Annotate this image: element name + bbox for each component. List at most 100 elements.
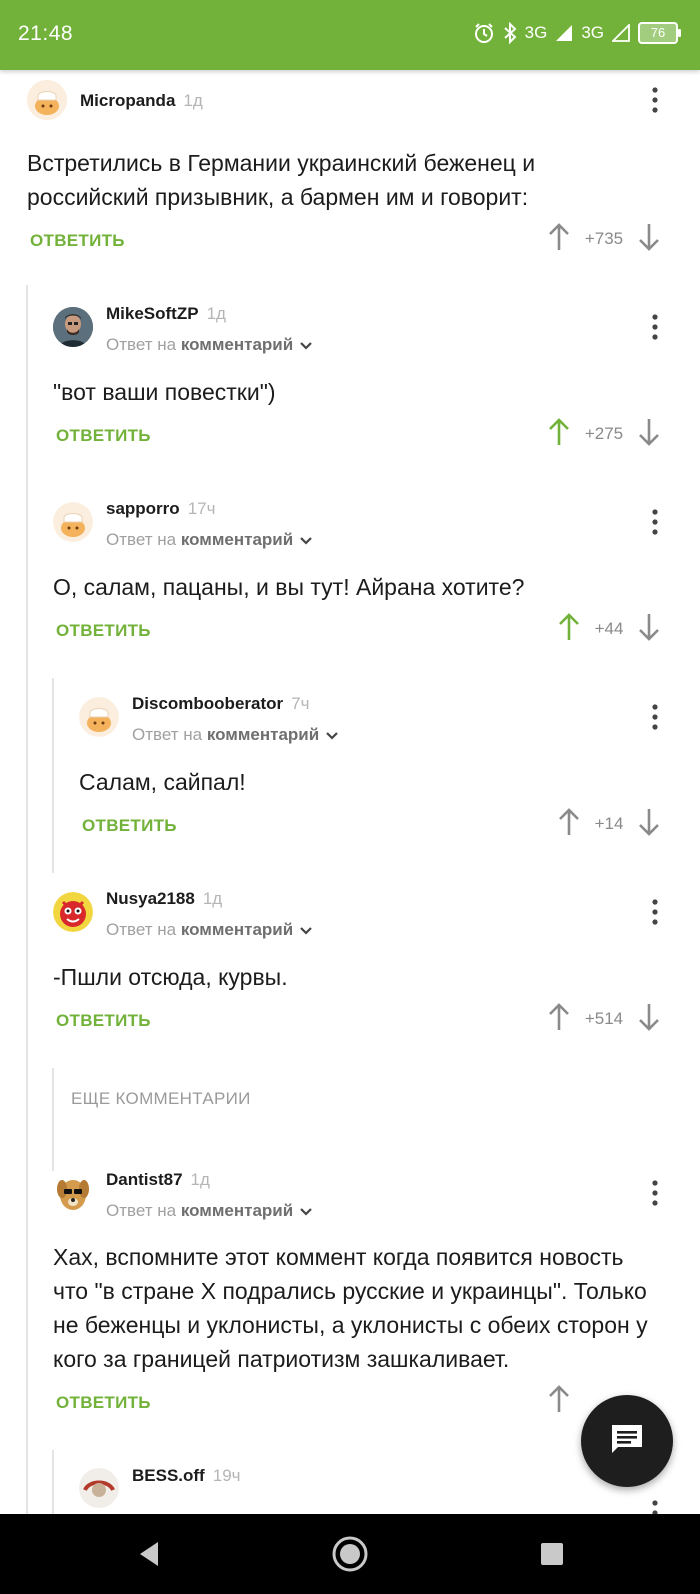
vote-score: +514 — [584, 1009, 624, 1028]
comment-text: О, салам, пацаны, и вы тут! Айрана хотит… — [53, 570, 673, 604]
reply-to-prefix: Ответ на — [132, 725, 203, 744]
arrow-up-icon[interactable] — [547, 222, 571, 257]
arrow-up-icon[interactable] — [547, 417, 571, 452]
comment-text-line: О, салам, пацаны, и вы тут! Айрана хотит… — [53, 574, 525, 600]
vote-controls: +14 — [557, 807, 661, 842]
more-vertical-icon[interactable] — [645, 702, 665, 732]
back-icon[interactable] — [130, 1534, 170, 1574]
reply-to-target[interactable]: комментарий — [181, 920, 293, 939]
avatar[interactable] — [53, 1173, 93, 1213]
arrow-up-icon[interactable] — [547, 1384, 571, 1419]
arrow-down-icon[interactable] — [637, 1002, 661, 1037]
reply-button[interactable]: ОТВЕТИТЬ — [56, 621, 151, 641]
reply-to-prefix: Ответ на — [106, 335, 177, 354]
arrow-down-icon[interactable] — [637, 612, 661, 647]
reply-button[interactable]: ОТВЕТИТЬ — [82, 816, 177, 836]
network-type-1: 3G — [524, 23, 548, 42]
reply-to-link[interactable]: Ответ на комментарий — [106, 335, 313, 356]
author-label[interactable]: Nusya2188 — [106, 889, 195, 908]
comment-age: 1д — [183, 91, 203, 110]
home-icon[interactable] — [330, 1534, 370, 1574]
vote-controls — [547, 1384, 571, 1419]
vote-score: +735 — [584, 229, 624, 248]
signal-icon-2 — [612, 24, 630, 42]
author-label[interactable]: Discombooberator — [132, 694, 283, 713]
recent-apps-icon[interactable] — [532, 1534, 572, 1574]
avatar[interactable] — [79, 697, 119, 737]
avatar[interactable] — [53, 502, 93, 542]
comment-text-line: Встретились в Германии украинский бежене… — [27, 150, 536, 176]
more-comments-button[interactable]: ЕЩЕ КОММЕНТАРИИ — [71, 1089, 251, 1109]
comment-age: 1д — [202, 889, 223, 908]
status-bar: 21:48 3G 3G 76 — [0, 0, 700, 70]
comment-text: Салам, сайпал! — [79, 765, 659, 799]
author-label[interactable]: sapporro — [106, 499, 180, 518]
author-label[interactable]: Dantist87 — [106, 1170, 183, 1189]
vote-score: +275 — [584, 424, 624, 443]
author-name[interactable]: Dantist87 1д — [106, 1170, 210, 1190]
avatar[interactable] — [53, 892, 93, 932]
more-vertical-icon[interactable] — [645, 897, 665, 927]
comment-text-line: Хах, вспомните этот коммент когда появит… — [53, 1244, 624, 1270]
reply-to-link[interactable]: Ответ на комментарий — [106, 530, 313, 551]
reply-button[interactable]: ОТВЕТИТЬ — [30, 231, 125, 251]
author-name[interactable]: Nusya2188 1д — [106, 889, 222, 909]
comment-text: Хах, вспомните этот коммент когда появит… — [53, 1240, 693, 1376]
comment-text: Встретились в Германии украинский бежене… — [27, 146, 667, 214]
comment-age: 1д — [206, 304, 226, 323]
author-name[interactable]: Discombooberator 7ч — [132, 694, 309, 714]
thread-line — [26, 285, 28, 1515]
comment-text-line: что "в стране Х подрались русские и укра… — [53, 1278, 647, 1304]
author-label[interactable]: Micropanda — [80, 91, 175, 110]
reply-button[interactable]: ОТВЕТИТЬ — [56, 1011, 151, 1031]
avatar[interactable] — [27, 80, 67, 120]
arrow-up-icon[interactable] — [547, 1002, 571, 1037]
write-comment-button[interactable] — [581, 1395, 673, 1487]
chevron-down-icon[interactable] — [299, 921, 313, 941]
more-vertical-icon[interactable] — [645, 312, 665, 342]
reply-to-target[interactable]: комментарий — [207, 725, 319, 744]
author-label[interactable]: BESS.off — [132, 1466, 205, 1485]
thread-line — [52, 1450, 54, 1514]
author-name[interactable]: BESS.off 19ч — [132, 1466, 241, 1486]
comment-age: 7ч — [291, 694, 310, 713]
arrow-up-icon[interactable] — [557, 807, 581, 842]
bluetooth-icon — [503, 22, 517, 44]
vote-controls: +44 — [557, 612, 661, 647]
comment-age: 1д — [190, 1170, 210, 1189]
author-label[interactable]: MikeSoftZP — [106, 304, 199, 323]
more-vertical-icon[interactable] — [645, 85, 665, 115]
chevron-down-icon[interactable] — [299, 1202, 313, 1222]
arrow-down-icon[interactable] — [637, 222, 661, 257]
status-icons: 3G 3G 76 — [473, 22, 681, 44]
comment-text-line: Салам, сайпал! — [79, 769, 246, 795]
chevron-down-icon[interactable] — [299, 531, 313, 551]
more-vertical-icon[interactable] — [645, 1178, 665, 1208]
arrow-up-icon[interactable] — [557, 612, 581, 647]
reply-button[interactable]: ОТВЕТИТЬ — [56, 426, 151, 446]
reply-to-target[interactable]: комментарий — [181, 335, 293, 354]
reply-to-link[interactable]: Ответ на комментарий — [106, 920, 313, 941]
reply-button[interactable]: ОТВЕТИТЬ — [56, 1393, 151, 1413]
chevron-down-icon[interactable] — [299, 336, 313, 356]
author-name[interactable]: MikeSoftZP 1д — [106, 304, 226, 324]
vote-controls: +275 — [547, 417, 661, 452]
comment-text-line: не беженцы и уклонисты, а уклонисты с об… — [53, 1312, 648, 1338]
author-name[interactable]: sapporro 17ч — [106, 499, 215, 519]
author-name[interactable]: Micropanda 1д — [80, 91, 203, 111]
reply-to-target[interactable]: комментарий — [181, 1201, 293, 1220]
reply-to-link[interactable]: Ответ на комментарий — [106, 1201, 313, 1222]
more-vertical-icon[interactable] — [645, 507, 665, 537]
vote-score: +14 — [594, 814, 624, 833]
avatar[interactable] — [79, 1468, 119, 1508]
vote-controls: +514 — [547, 1002, 661, 1037]
arrow-down-icon[interactable] — [637, 417, 661, 452]
reply-to-prefix: Ответ на — [106, 1201, 177, 1220]
reply-to-prefix: Ответ на — [106, 920, 177, 939]
reply-to-link[interactable]: Ответ на комментарий — [132, 725, 339, 746]
arrow-down-icon[interactable] — [637, 807, 661, 842]
avatar[interactable] — [53, 307, 93, 347]
alarm-icon — [473, 22, 495, 44]
chevron-down-icon[interactable] — [325, 726, 339, 746]
reply-to-target[interactable]: комментарий — [181, 530, 293, 549]
